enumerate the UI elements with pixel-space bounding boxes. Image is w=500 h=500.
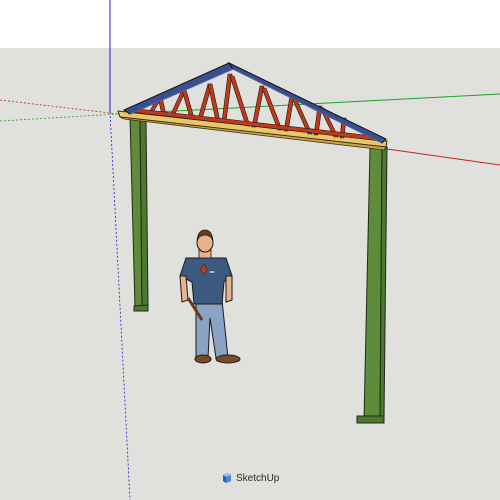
watermark-label: SketchUp bbox=[236, 472, 280, 484]
person-shoe-left bbox=[194, 354, 212, 364]
red-axis-dotted bbox=[0, 99, 119, 115]
person-left-arm bbox=[179, 275, 189, 303]
modeling-viewport[interactable]: SketchUp bbox=[0, 0, 500, 500]
left-post[interactable] bbox=[129, 115, 149, 312]
green-axis-dotted bbox=[0, 113, 119, 122]
person-right-arm bbox=[225, 275, 233, 303]
sketchup-watermark: SketchUp bbox=[221, 470, 279, 486]
blue-axis-dotted bbox=[109, 111, 131, 500]
red-axis bbox=[379, 147, 500, 166]
right-post[interactable] bbox=[356, 146, 388, 424]
person-shoe-right bbox=[215, 354, 241, 364]
model-scene[interactable] bbox=[0, 0, 500, 500]
sketchup-logo-icon bbox=[221, 472, 233, 484]
top-beam[interactable] bbox=[117, 110, 388, 151]
person-figure[interactable] bbox=[179, 229, 241, 364]
person-jeans bbox=[195, 299, 229, 359]
